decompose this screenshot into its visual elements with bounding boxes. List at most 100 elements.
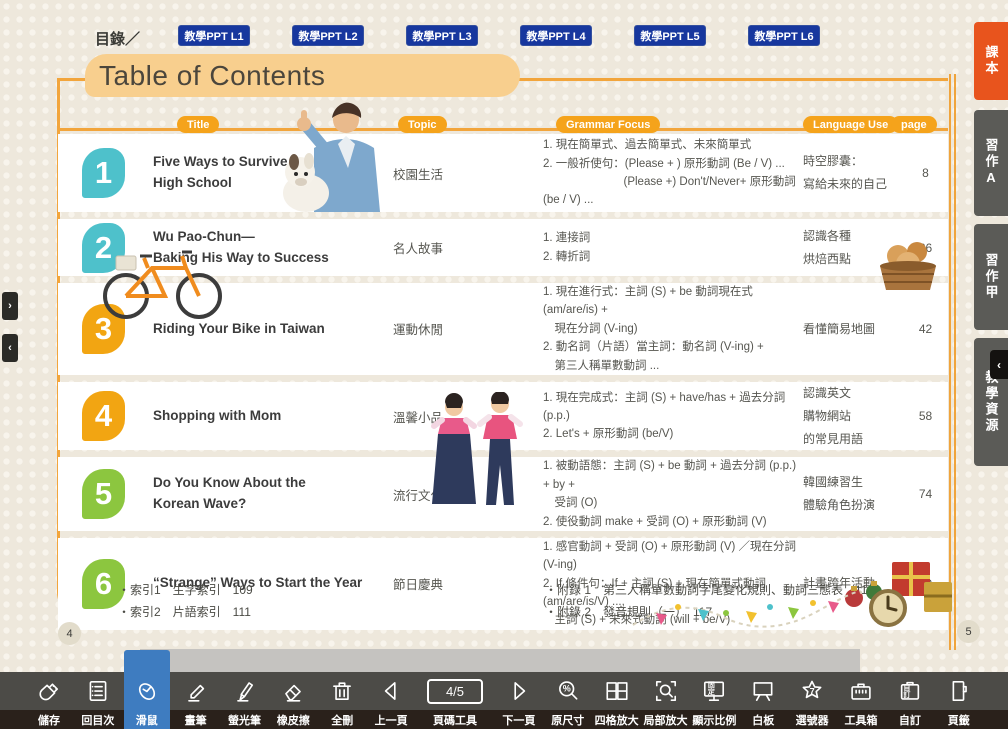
list-doc-icon	[85, 672, 111, 710]
lesson-page-number: 42	[903, 322, 948, 336]
tool-magnifier-percent[interactable]: %原尺寸	[545, 672, 591, 729]
whiteboard-icon	[750, 672, 776, 710]
index-entry: ‧索引1 生字索引 109	[118, 579, 253, 601]
tool-star[interactable]: 7選號器	[789, 672, 835, 729]
page-title-banner: Table of Contents	[85, 54, 520, 97]
tool-label: 自訂	[899, 710, 921, 729]
tool-label: 顯示比例	[692, 710, 736, 729]
page-box-icon: 4/5	[427, 672, 483, 710]
appendix-entry: ‧附錄 1 第三人稱單數動詞字尾變化規則、動詞三態表 112	[545, 579, 874, 601]
tool-toolbox-text[interactable]: 自訂自訂	[887, 672, 933, 729]
column-header-title: Title	[177, 116, 219, 133]
tool-label: 儲存	[38, 710, 60, 729]
toc-table: 1 Five Ways to Survive High School 校園生活 …	[58, 134, 948, 637]
book-spine-line	[949, 74, 951, 650]
lesson-number-badge: 5	[82, 469, 125, 519]
tool-grid-2x2[interactable]: 四格放大	[594, 672, 640, 729]
ppt-button[interactable]: 教學PPT L4	[520, 25, 592, 46]
lesson-number-badge: 3	[82, 304, 125, 354]
tab-collapse-button[interactable]: ‹	[990, 350, 1008, 379]
lesson-title: Riding Your Bike in Taiwan	[153, 319, 393, 340]
tool-list-doc[interactable]: 回目次	[75, 672, 121, 729]
toolbox-text-icon-text: 自訂	[903, 685, 916, 699]
lesson-grammar-focus: 1. 現在進行式：主詞 (S) + be 動詞現在式 (am/are/is) +…	[543, 283, 803, 375]
tool-notebook[interactable]: 頁籤	[936, 672, 982, 729]
left-panel-expand-button[interactable]: ›	[2, 292, 18, 320]
tool-page-box[interactable]: 4/5頁碼工具	[417, 672, 493, 729]
notebook-icon	[946, 672, 972, 710]
right-page-number: 5	[957, 620, 980, 643]
monitor-icon-text: 固定	[708, 682, 721, 696]
lesson-title: Shopping with Mom	[153, 406, 393, 427]
tool-label: 上一頁	[375, 710, 408, 729]
column-header-page: page	[891, 116, 937, 133]
ppt-button[interactable]: 教學PPT L2	[292, 25, 364, 46]
tool-usb-drive[interactable]: 儲存	[26, 672, 72, 729]
column-header-topic: Topic	[398, 116, 447, 133]
trash-icon	[329, 672, 355, 710]
lesson-title: Five Ways to Survive High School	[153, 152, 393, 194]
side-tab-2[interactable]: 習作A	[974, 110, 1008, 216]
tool-label: 頁籤	[948, 710, 970, 729]
mouse-icon	[134, 672, 160, 710]
toc-row: 4 Shopping with Mom 溫馨小品 1. 現在完成式：主詞 (S)…	[58, 382, 948, 450]
pen-icon	[232, 672, 258, 710]
page-title: Table of Contents	[99, 60, 325, 92]
ppt-button[interactable]: 教學PPT L3	[406, 25, 478, 46]
triangle-right-icon	[506, 672, 532, 710]
lesson-language-use: 看懂簡易地圖	[803, 318, 903, 341]
side-tab-3[interactable]: 習作甲	[974, 224, 1008, 330]
ppt-button-row: 教學PPT L1 教學PPT L2 教學PPT L3 教學PPT L4 教學PPT L5…	[178, 25, 820, 46]
toc-label: 目錄／	[95, 28, 140, 49]
tool-label: 選號器	[796, 710, 829, 729]
lesson-page-number: 74	[903, 487, 948, 501]
tool-label: 橡皮擦	[277, 710, 310, 729]
chevron-left-icon: ‹	[8, 342, 12, 354]
tool-triangle-right[interactable]: 下一頁	[496, 672, 542, 729]
tool-label: 螢光筆	[228, 710, 261, 729]
tool-pen[interactable]: 螢光筆	[222, 672, 268, 729]
index-list: ‧索引1 生字索引 109‧索引2 片語索引 111	[118, 579, 253, 623]
lesson-page-number: 8	[903, 166, 948, 180]
lesson-topic: 流行文化	[393, 485, 543, 504]
lesson-language-use: 認識英文 購物網站 的常見用語	[803, 382, 903, 450]
grid-2x2-icon	[604, 672, 630, 710]
lesson-grammar-focus: 1. 被動語態：主詞 (S) + be 動詞 + 過去分詞 (p.p.) + b…	[543, 457, 803, 531]
lesson-title: Do You Know About the Korean Wave?	[153, 473, 393, 515]
lesson-topic: 溫馨小品	[393, 407, 543, 426]
tool-pencil[interactable]: 畫筆	[173, 672, 219, 729]
tool-triangle-left[interactable]: 上一頁	[368, 672, 414, 729]
tool-label: 全刪	[331, 710, 353, 729]
triangle-left-icon	[378, 672, 404, 710]
toolbox-text-icon: 自訂	[897, 672, 923, 710]
tool-eraser[interactable]: 橡皮擦	[270, 672, 316, 729]
star-icon: 7	[799, 672, 825, 710]
column-header-grammar-focus: Grammar Focus	[556, 116, 660, 133]
lesson-topic: 節日慶典	[393, 574, 543, 593]
tool-label: 工具箱	[845, 710, 878, 729]
toolbox-icon	[848, 672, 874, 710]
toc-row: 1 Five Ways to Survive High School 校園生活 …	[58, 134, 948, 212]
tool-label: 原尺寸	[551, 710, 584, 729]
toc-row: 5 Do You Know About the Korean Wave? 流行文…	[58, 457, 948, 531]
appendix-entry: ‧附錄 2 發音規則（一） 117	[545, 601, 874, 623]
ppt-button[interactable]: 教學PPT L1	[178, 25, 250, 46]
ppt-button[interactable]: 教學PPT L6	[748, 25, 820, 46]
toc-row: 2 Wu Pao-Chun— Baking His Way to Success…	[58, 219, 948, 276]
magnifier-region-icon	[653, 672, 679, 710]
lesson-topic: 運動休閒	[393, 319, 543, 338]
lesson-number-badge: 4	[82, 391, 125, 441]
side-tab-1[interactable]: 課本	[974, 22, 1008, 100]
tool-mouse[interactable]: 滑鼠	[124, 650, 170, 729]
tool-toolbox[interactable]: 工具箱	[838, 672, 884, 729]
chevron-left-icon: ‹	[997, 358, 1001, 372]
tool-magnifier-region[interactable]: 局部放大	[643, 672, 689, 729]
tool-trash[interactable]: 全刪	[319, 672, 365, 729]
lesson-grammar-focus: 1. 現在完成式：主詞 (S) + have/has + 過去分詞 (p.p.)…	[543, 389, 803, 444]
tool-monitor[interactable]: 固定顯示比例	[691, 672, 737, 729]
lesson-page-number: 26	[903, 241, 948, 255]
ppt-button[interactable]: 教學PPT L5	[634, 25, 706, 46]
left-panel-collapse-button[interactable]: ‹	[2, 334, 18, 362]
tool-whiteboard[interactable]: 白板	[740, 672, 786, 729]
page-indicator: 4/5	[427, 679, 483, 704]
